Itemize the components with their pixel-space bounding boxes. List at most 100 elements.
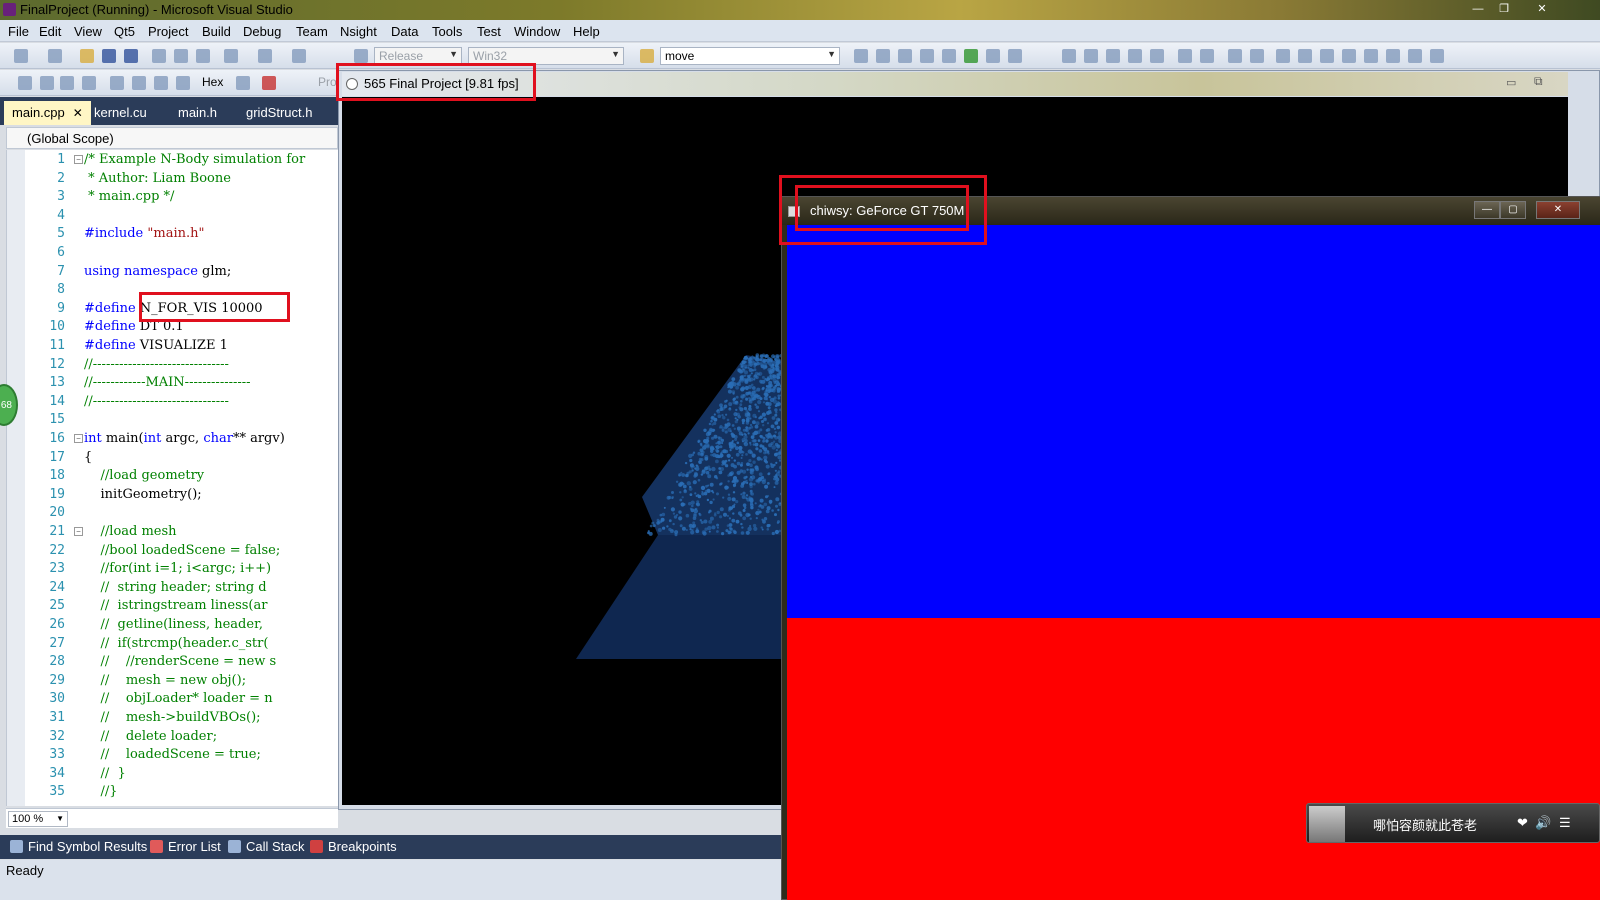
minimize-icon[interactable]: —	[1466, 1, 1490, 17]
minimize-icon[interactable]: —	[1474, 201, 1500, 219]
uncomment-icon[interactable]	[1250, 49, 1264, 63]
list-icon[interactable]	[1150, 49, 1164, 63]
code-line[interactable]: // getline(liness, header,	[84, 617, 263, 632]
code-line[interactable]: //-------------------------------	[84, 394, 229, 409]
code-line[interactable]: // mesh->buildVBOs();	[84, 710, 261, 725]
tab-kernel-cu[interactable]: kernel.cu	[86, 101, 155, 125]
code-line[interactable]: // loadedScene = true;	[84, 747, 261, 762]
code-line[interactable]: // string header; string d	[84, 580, 267, 595]
code-line[interactable]: // if(strcmp(header.c_str(	[84, 636, 269, 651]
collapse-toggle-icon[interactable]: −	[74, 155, 83, 164]
tab-breakpoints[interactable]: Breakpoints	[310, 839, 397, 854]
code-line[interactable]: //-------------------------------	[84, 357, 229, 372]
tab-error-list[interactable]: Error List	[150, 839, 221, 854]
next-bookmark-folder-icon[interactable]	[1364, 49, 1378, 63]
menu-icon[interactable]: ☰	[1559, 815, 1571, 831]
save-all-icon[interactable]	[124, 49, 138, 63]
tab-main-cpp[interactable]: main.cpp ✕	[4, 101, 91, 125]
prev-bookmark-icon[interactable]	[1298, 49, 1312, 63]
code-line[interactable]: // objLoader* loader = n	[84, 691, 273, 706]
menu-tools[interactable]: Tools	[432, 24, 462, 39]
code-line[interactable]: // }	[84, 766, 126, 781]
maximize-icon[interactable]: ▢	[1500, 201, 1526, 219]
scope-dropdown[interactable]: (Global Scope)	[6, 127, 338, 149]
menu-test[interactable]: Test	[477, 24, 501, 39]
save-icon[interactable]	[102, 49, 116, 63]
tab-main-h[interactable]: main.h	[170, 101, 225, 125]
navigate-backward-icon[interactable]	[292, 49, 306, 63]
code-line[interactable]: //bool loadedScene = false;	[84, 543, 281, 558]
menu-project[interactable]: Project	[148, 24, 188, 39]
code-line[interactable]: // delete loader;	[84, 729, 218, 744]
indent-icon[interactable]	[1178, 49, 1192, 63]
font-icon[interactable]	[1128, 49, 1142, 63]
menu-build[interactable]: Build	[202, 24, 231, 39]
code-line[interactable]: //------------MAIN---------------	[84, 375, 251, 390]
solution-explorer-icon[interactable]	[854, 49, 868, 63]
object-browser-icon[interactable]	[898, 49, 912, 63]
code-line[interactable]: using namespace glm;	[84, 264, 231, 279]
restore-icon[interactable]: ⧉	[1534, 74, 1543, 89]
code-line[interactable]: #include "main.h"	[84, 226, 204, 241]
find-input[interactable]: move ▼	[660, 47, 840, 65]
code-line[interactable]: // //renderScene = new s	[84, 654, 277, 669]
code-line[interactable]: initGeometry();	[84, 487, 202, 502]
code-line[interactable]: {	[84, 450, 92, 465]
align-icon[interactable]	[1084, 49, 1098, 63]
menu-window[interactable]: Window	[514, 24, 560, 39]
next-bookmark-doc-icon[interactable]	[1408, 49, 1422, 63]
find-in-files-icon[interactable]	[640, 49, 654, 63]
code-editor[interactable]: 1 2 3 4 5 6 7 8 9 10 11 12 13 14 15 16 17 18 19 20 21 22 23 24 2…	[6, 150, 338, 806]
volume-icon[interactable]: 🔊	[1535, 815, 1551, 831]
code-line[interactable]: * main.cpp */	[84, 189, 174, 204]
collapse-toggle-icon[interactable]: −	[74, 434, 83, 443]
code-line[interactable]: /* Example N-Body simulation for	[84, 152, 305, 167]
prev-bookmark-doc-icon[interactable]	[1386, 49, 1400, 63]
paste-icon[interactable]	[196, 49, 210, 63]
add-item-icon[interactable]	[48, 49, 62, 63]
restart-icon[interactable]	[82, 76, 96, 90]
minimize-icon[interactable]: ▭	[1506, 76, 1516, 89]
team-explorer-icon[interactable]	[986, 49, 1000, 63]
command-window-icon[interactable]	[1008, 49, 1022, 63]
undo-icon[interactable]	[224, 49, 238, 63]
continue-icon[interactable]	[18, 76, 32, 90]
bookmark-icon[interactable]	[1276, 49, 1290, 63]
menu-help[interactable]: Help	[573, 24, 600, 39]
extension-manager-icon[interactable]	[942, 49, 956, 63]
code-line[interactable]: //}	[84, 784, 118, 799]
copy-icon[interactable]	[174, 49, 188, 63]
cut-icon[interactable]	[152, 49, 166, 63]
menu-nsight[interactable]: Nsight	[340, 24, 377, 39]
show-threads-icon[interactable]	[236, 76, 250, 90]
outdent-icon[interactable]	[1200, 49, 1214, 63]
code-line[interactable]: //for(int i=1; i<argc; i++)	[84, 561, 272, 576]
comment-icon[interactable]	[1228, 49, 1242, 63]
redo-icon[interactable]	[258, 49, 272, 63]
show-next-statement-icon[interactable]	[110, 76, 124, 90]
menu-file[interactable]: File	[8, 24, 29, 39]
break-all-icon[interactable]	[40, 76, 54, 90]
breakpoints-window-icon[interactable]	[262, 76, 276, 90]
start-debugging-icon[interactable]	[354, 49, 368, 63]
close-icon[interactable]: ✕	[1530, 1, 1554, 17]
clear-bookmarks-icon[interactable]	[1430, 49, 1444, 63]
next-bookmark-icon[interactable]	[1320, 49, 1334, 63]
tab-find-symbol-results[interactable]: Find Symbol Results	[10, 839, 147, 854]
code-line[interactable]: * Author: Liam Boone	[84, 171, 231, 186]
close-tab-icon[interactable]: ✕	[73, 106, 83, 120]
code-line[interactable]: #define VISUALIZE 1	[84, 338, 228, 353]
menu-edit[interactable]: Edit	[39, 24, 61, 39]
prev-bookmark-folder-icon[interactable]	[1342, 49, 1356, 63]
code-line[interactable]: //load geometry	[84, 468, 205, 483]
indicator-margin[interactable]	[7, 150, 25, 806]
close-icon[interactable]: ✕	[1536, 201, 1580, 219]
zoom-select[interactable]: 100 % ▼	[8, 811, 68, 827]
collapse-toggle-icon[interactable]: −	[74, 527, 83, 536]
code-line[interactable]: // mesh = new obj();	[84, 673, 247, 688]
toolbox-icon[interactable]	[920, 49, 934, 63]
properties-icon[interactable]	[876, 49, 890, 63]
open-folder-icon[interactable]	[80, 49, 94, 63]
format-icon[interactable]	[1062, 49, 1076, 63]
new-project-icon[interactable]	[14, 49, 28, 63]
